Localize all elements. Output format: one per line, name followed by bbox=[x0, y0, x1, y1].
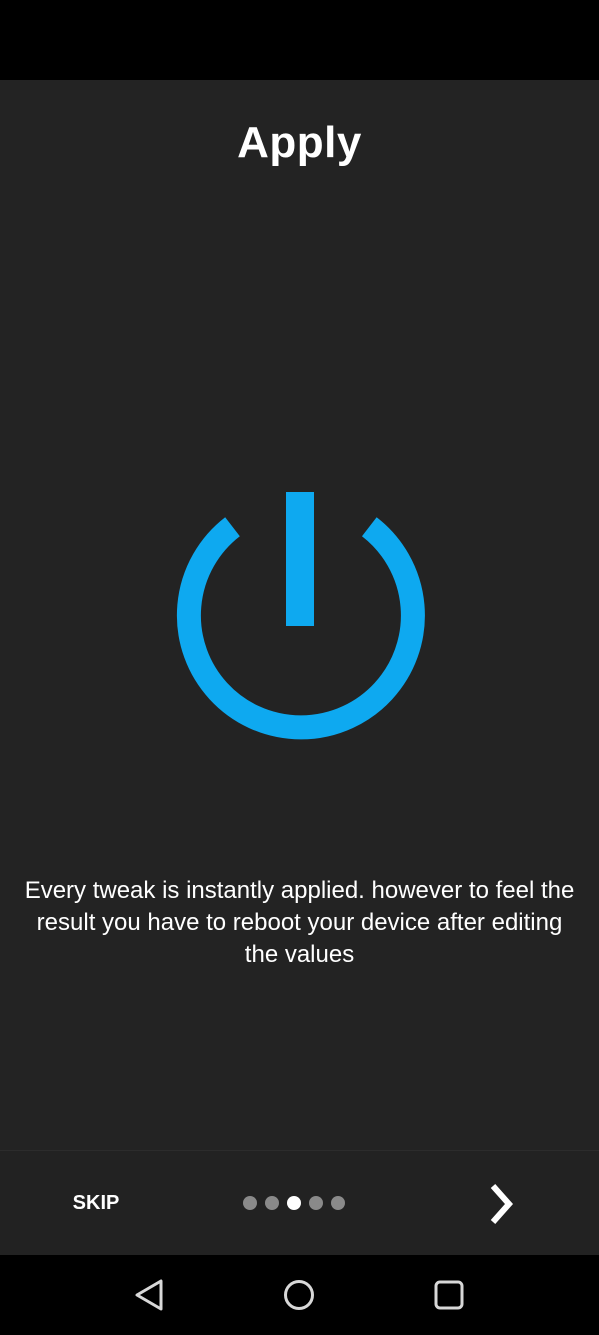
page-indicator bbox=[243, 1195, 345, 1211]
status-bar bbox=[0, 0, 599, 80]
page-dot-active bbox=[287, 1196, 301, 1210]
system-nav-bar bbox=[0, 1255, 599, 1335]
chevron-right-icon bbox=[490, 1184, 514, 1224]
page-dot bbox=[265, 1196, 279, 1210]
power-icon bbox=[176, 492, 425, 740]
page-title: Apply bbox=[237, 118, 362, 167]
recents-button[interactable] bbox=[427, 1273, 471, 1317]
next-button[interactable] bbox=[476, 1177, 530, 1231]
home-circle-icon bbox=[284, 1280, 314, 1310]
description-text: Every tweak is instantly applied. howeve… bbox=[24, 877, 575, 968]
screen: Apply Every tweak is instantly applied. … bbox=[0, 0, 599, 1335]
skip-button[interactable]: SKIP bbox=[46, 1179, 146, 1227]
bottom-bar: SKIP bbox=[0, 1150, 599, 1256]
recents-square-icon bbox=[434, 1280, 464, 1310]
home-button[interactable] bbox=[277, 1273, 321, 1317]
page-dot bbox=[309, 1196, 323, 1210]
page-dot bbox=[331, 1196, 345, 1210]
back-button[interactable] bbox=[128, 1273, 172, 1317]
page-dot bbox=[243, 1196, 257, 1210]
back-triangle-icon bbox=[135, 1279, 163, 1311]
